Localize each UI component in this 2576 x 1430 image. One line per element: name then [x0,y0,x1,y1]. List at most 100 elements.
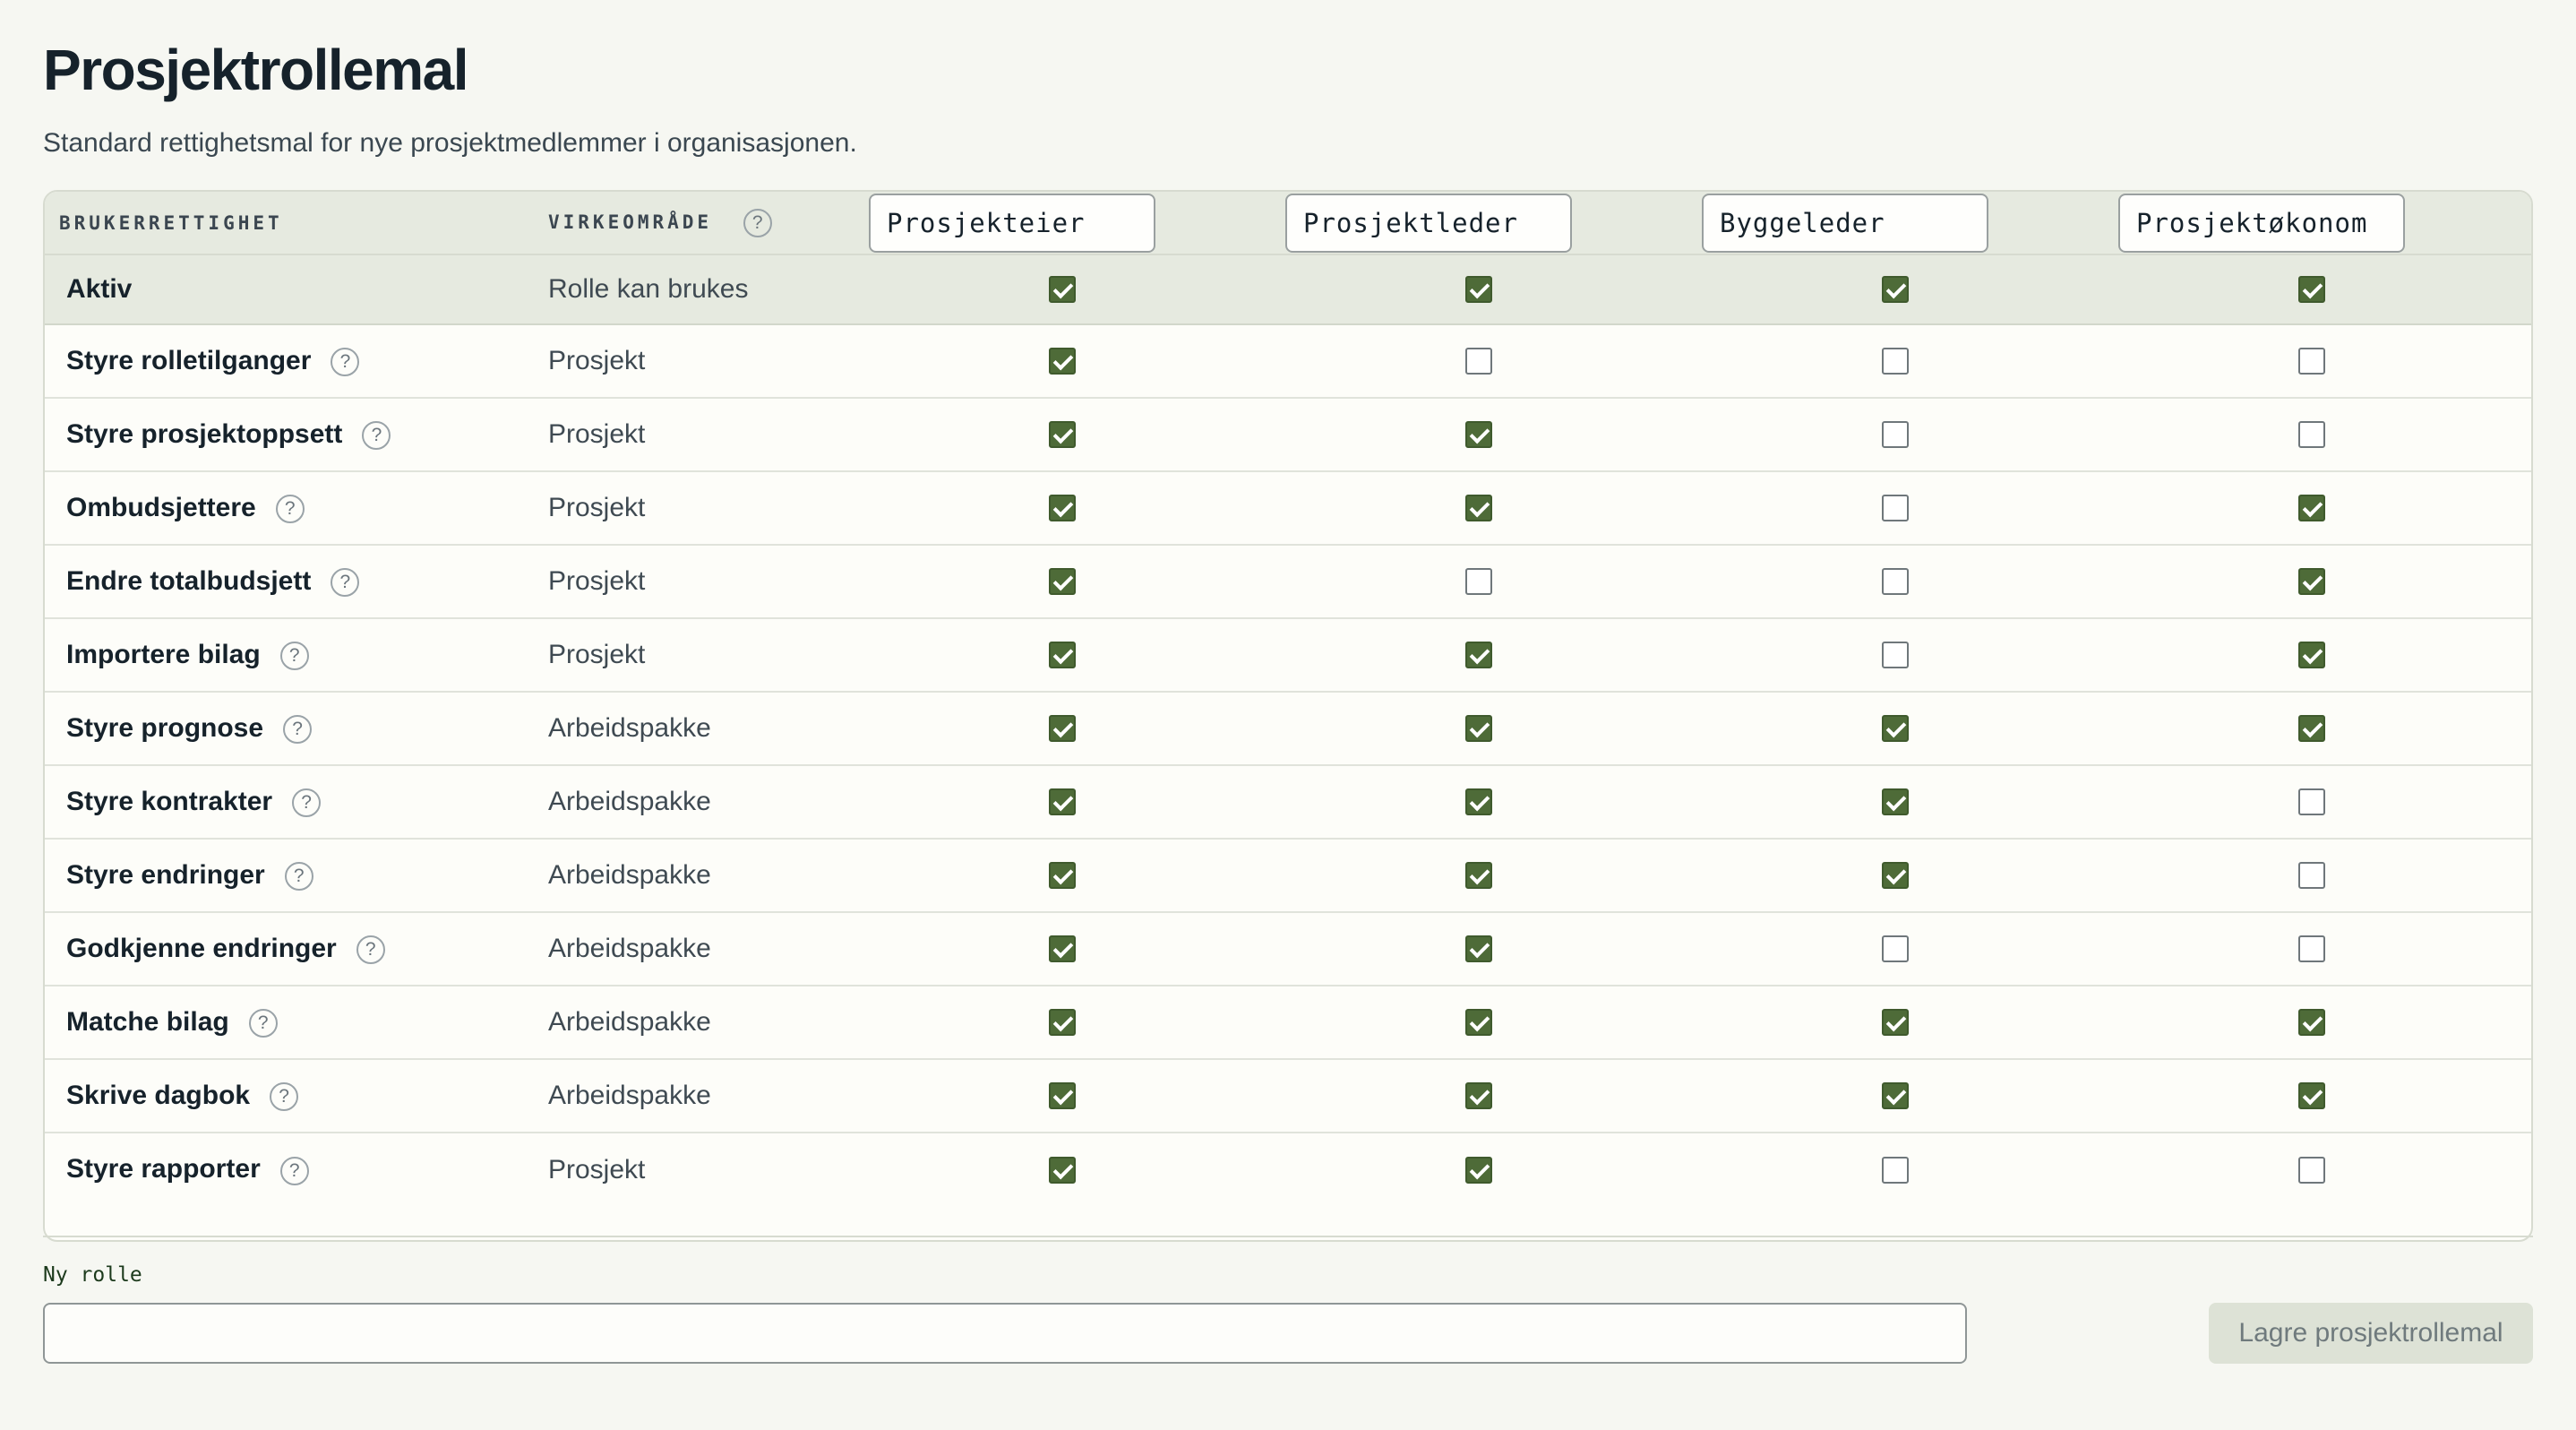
help-icon[interactable]: ? [362,421,391,451]
checked-checkbox[interactable] [1465,788,1492,815]
help-icon[interactable]: ? [275,495,305,524]
scope-cell: Arbeidspakke [548,934,711,963]
checked-checkbox[interactable] [1465,862,1492,889]
checked-checkbox[interactable] [1465,935,1492,962]
checked-checkbox[interactable] [1049,568,1076,595]
unchecked-checkbox[interactable] [1465,568,1492,595]
checked-checkbox[interactable] [1882,1009,1909,1036]
checked-checkbox[interactable] [2298,495,2325,521]
permission-toggle-cell [1285,398,1702,471]
checked-checkbox[interactable] [2298,1009,2325,1036]
unchecked-checkbox[interactable] [2298,421,2325,448]
checked-checkbox[interactable] [1882,715,1909,742]
permission-toggle-cell [2118,471,2531,545]
scope-cell: Prosjekt [548,419,646,449]
help-icon[interactable]: ? [284,862,313,892]
unchecked-checkbox[interactable] [2298,935,2325,962]
checked-checkbox[interactable] [1465,495,1492,521]
table-row: Styre endringer? Arbeidspakke [45,839,2531,912]
unchecked-checkbox[interactable] [2298,348,2325,375]
help-icon[interactable]: ? [331,348,360,377]
role-name-input-prosjektokonom[interactable] [2118,193,2405,253]
checked-checkbox[interactable] [1465,1082,1492,1109]
unchecked-checkbox[interactable] [2298,788,2325,815]
unchecked-checkbox[interactable] [1882,348,1909,375]
unchecked-checkbox[interactable] [1882,421,1909,448]
unchecked-checkbox[interactable] [1882,568,1909,595]
permission-toggle-cell [2118,324,2531,398]
checked-checkbox[interactable] [1465,715,1492,742]
checked-checkbox[interactable] [2298,568,2325,595]
new-role-input[interactable] [43,1303,1967,1364]
scope-cell: Arbeidspakke [548,1007,711,1037]
help-icon[interactable]: ? [270,1082,299,1112]
help-icon[interactable]: ? [331,568,360,598]
role-name-input-byggeleder[interactable] [1702,193,1988,253]
help-icon[interactable]: ? [279,642,309,671]
unchecked-checkbox[interactable] [2298,1156,2325,1184]
checked-checkbox[interactable] [1465,642,1492,668]
checked-checkbox[interactable] [1882,862,1909,889]
checked-checkbox[interactable] [1465,421,1492,448]
checked-checkbox[interactable] [2298,642,2325,668]
permission-toggle-cell [2118,765,2531,839]
column-header-role [2118,192,2531,255]
table-row: Styre rolletilganger? Prosjekt [45,324,2531,398]
checked-checkbox[interactable] [1049,1156,1076,1184]
unchecked-checkbox[interactable] [1882,642,1909,668]
permission-label: Styre prognose [66,712,264,743]
help-icon[interactable]: ? [356,935,385,965]
checked-checkbox[interactable] [1049,935,1076,962]
table-row: Godkjenne endringer? Arbeidspakke [45,912,2531,986]
table-row: Styre prognose? Arbeidspakke [45,692,2531,765]
permission-toggle-cell [1285,986,1702,1059]
scope-cell: Arbeidspakke [548,860,711,890]
checked-checkbox[interactable] [2298,276,2325,303]
column-header-role [1702,192,2118,255]
checked-checkbox[interactable] [1049,276,1076,303]
permission-toggle-cell [1702,471,2118,545]
help-icon[interactable]: ? [743,208,772,237]
checked-checkbox[interactable] [1882,788,1909,815]
permission-cell: Matche bilag? [45,986,536,1059]
permission-label: Styre endringer [66,859,265,890]
table-row: Matche bilag? Arbeidspakke [45,986,2531,1059]
checked-checkbox[interactable] [1465,276,1492,303]
permission-toggle-cell [869,471,1285,545]
checked-checkbox[interactable] [1049,715,1076,742]
checked-checkbox[interactable] [1049,1009,1076,1036]
checked-checkbox[interactable] [2298,1082,2325,1109]
help-icon[interactable]: ? [283,715,313,745]
unchecked-checkbox[interactable] [1882,1156,1909,1184]
checked-checkbox[interactable] [1882,1082,1909,1109]
permission-toggle-cell [1285,254,1702,324]
checked-checkbox[interactable] [1049,421,1076,448]
checked-checkbox[interactable] [1882,276,1909,303]
checked-checkbox[interactable] [1049,495,1076,521]
unchecked-checkbox[interactable] [1465,348,1492,375]
checked-checkbox[interactable] [1049,1082,1076,1109]
checked-checkbox[interactable] [1465,1156,1492,1184]
checked-checkbox[interactable] [1049,788,1076,815]
permission-toggle-cell [869,618,1285,692]
role-name-input-prosjekteier[interactable] [869,193,1155,253]
checked-checkbox[interactable] [2298,715,2325,742]
page-subtitle: Standard rettighetsmal for nye prosjektm… [43,128,857,158]
role-name-input-prosjektleder[interactable] [1285,193,1572,253]
save-role-template-button[interactable]: Lagre prosjektrollemal [2209,1303,2533,1364]
help-icon[interactable]: ? [248,1009,278,1038]
unchecked-checkbox[interactable] [2298,862,2325,889]
checked-checkbox[interactable] [1465,1009,1492,1036]
permission-toggle-cell [1285,1059,1702,1133]
permission-toggle-cell [2118,398,2531,471]
checked-checkbox[interactable] [1049,862,1076,889]
help-icon[interactable]: ? [279,1156,309,1185]
column-header-role [1285,192,1702,255]
permission-toggle-cell [1702,1059,2118,1133]
checked-checkbox[interactable] [1049,348,1076,375]
help-icon[interactable]: ? [292,788,322,818]
unchecked-checkbox[interactable] [1882,495,1909,521]
checked-checkbox[interactable] [1049,642,1076,668]
unchecked-checkbox[interactable] [1882,935,1909,962]
scope-cell: Rolle kan brukes [548,274,749,304]
